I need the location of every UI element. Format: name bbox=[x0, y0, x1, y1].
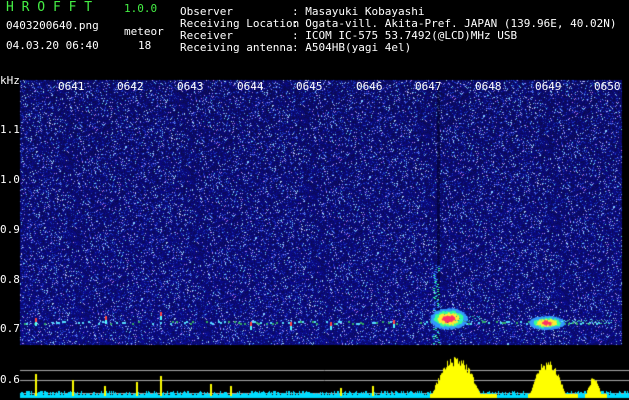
freq-tick: 0.8 bbox=[0, 273, 20, 286]
time-tick: 0642 bbox=[117, 80, 144, 93]
freq-tick: 0.6 bbox=[0, 373, 20, 386]
freq-tick: 0.7 bbox=[0, 322, 20, 335]
time-tick: 0647 bbox=[415, 80, 442, 93]
time-tick: 0641 bbox=[58, 80, 85, 93]
time-tick: 0650 bbox=[594, 80, 621, 93]
freq-unit: kHz bbox=[0, 74, 20, 87]
file-name: 0403200640.png bbox=[6, 19, 99, 32]
freq-tick: 1.1 bbox=[0, 123, 20, 136]
file-datetime: 04.03.20 06:40 bbox=[6, 39, 99, 52]
time-tick: 0644 bbox=[237, 80, 264, 93]
meteor-label: meteor bbox=[124, 25, 164, 38]
time-tick: 0648 bbox=[475, 80, 502, 93]
spectrogram bbox=[0, 0, 629, 400]
time-tick: 0649 bbox=[535, 80, 562, 93]
app-version: 1.0.0 bbox=[124, 2, 158, 15]
meteor-count: 18 bbox=[138, 39, 152, 52]
freq-tick: 1.0 bbox=[0, 173, 20, 186]
antenna-value: : A504HB(yagi 4el) bbox=[292, 41, 412, 54]
time-tick: 0646 bbox=[356, 80, 383, 93]
freq-tick: 0.9 bbox=[0, 223, 20, 236]
app-name: H R O F F T bbox=[6, 0, 93, 15]
time-tick: 0643 bbox=[177, 80, 204, 93]
antenna-label: Receiving antenna bbox=[180, 41, 293, 54]
time-tick: 0645 bbox=[296, 80, 323, 93]
